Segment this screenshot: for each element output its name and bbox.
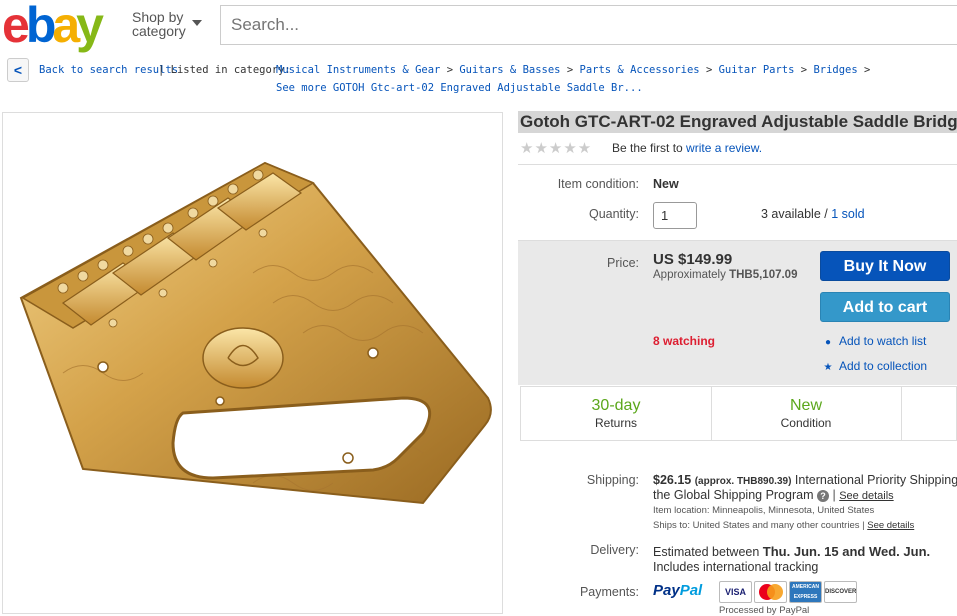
breadcrumb-item[interactable]: Guitars & Basses bbox=[459, 64, 560, 76]
buy-it-now-button[interactable]: Buy It Now bbox=[820, 251, 950, 281]
stats-bar: 30-day Returns New Condition bbox=[520, 386, 957, 441]
price-label: Price: bbox=[607, 256, 639, 270]
search-input[interactable] bbox=[220, 5, 957, 45]
review-prompt: Be the first to write a review. bbox=[612, 141, 763, 155]
discover-icon: DISCOVER bbox=[824, 581, 857, 603]
rating-stars-icon: ★★★★★ bbox=[520, 140, 593, 157]
product-title: Gotoh GTC-ART-02 Engraved Adjustable Sad… bbox=[518, 111, 957, 133]
see-more-link[interactable]: See more GOTOH Gtc-art-02 Engraved Adjus… bbox=[276, 82, 643, 94]
see-details-link[interactable]: See details bbox=[839, 490, 893, 502]
breadcrumb-item[interactable]: Guitar Parts bbox=[719, 64, 795, 76]
shipping-line2: the Global Shipping Program ? | See deta… bbox=[653, 488, 894, 502]
amex-icon: AMERICAN EXPRESS bbox=[789, 581, 822, 603]
condition-stat: New Condition bbox=[780, 397, 832, 430]
returns-stat: 30-day Returns bbox=[591, 397, 641, 430]
availability-text: 3 available / 1 sold bbox=[761, 207, 865, 221]
breadcrumb-item[interactable]: Musical Instruments & Gear bbox=[276, 64, 440, 76]
ebay-logo[interactable]: ebay bbox=[2, 0, 104, 54]
item-location: Item location: Minneapolis, Minnesota, U… bbox=[653, 505, 875, 516]
approx-price: Approximately THB5,107.09 bbox=[653, 269, 798, 281]
delivery-tracking: Includes international tracking bbox=[653, 560, 819, 574]
breadcrumb-item[interactable]: Parts & Accessories bbox=[580, 64, 700, 76]
breadcrumb: Musical Instruments & Gear > Guitars & B… bbox=[276, 64, 871, 76]
bridge-image bbox=[19, 161, 492, 505]
shipping-line1: $26.15 (approx. THB890.39) International… bbox=[653, 473, 957, 487]
add-to-cart-button[interactable]: Add to cart bbox=[820, 292, 950, 322]
sold-link[interactable]: 1 sold bbox=[831, 207, 864, 221]
back-arrow-button[interactable]: < bbox=[7, 58, 29, 82]
quantity-label: Quantity: bbox=[588, 207, 639, 221]
watching-count: 8 watching bbox=[653, 334, 716, 348]
ships-to: Ships to: United States and many other c… bbox=[653, 520, 915, 531]
chevron-down-icon[interactable] bbox=[192, 20, 202, 26]
payments-label: Payments: bbox=[579, 585, 639, 599]
eye-icon: ● bbox=[824, 337, 832, 348]
shipping-label: Shipping: bbox=[586, 473, 639, 487]
ships-see-details-link[interactable]: See details bbox=[867, 520, 914, 531]
write-review-link[interactable]: write a review. bbox=[686, 141, 762, 155]
condition-value: New bbox=[653, 177, 679, 191]
delivery-label: Delivery: bbox=[590, 543, 639, 557]
add-to-collection-link[interactable]: ★ Add to collection bbox=[822, 359, 928, 373]
mastercard-icon bbox=[754, 581, 787, 603]
condition-label: Item condition: bbox=[557, 177, 639, 191]
breadcrumb-item[interactable]: Bridges bbox=[813, 64, 857, 76]
shop-by-category-button[interactable]: Shop by category bbox=[132, 10, 186, 38]
star-icon: ★ bbox=[823, 362, 833, 373]
processed-by-text: Processed by PayPal bbox=[719, 605, 810, 616]
quantity-input[interactable] bbox=[653, 202, 697, 229]
divider bbox=[518, 164, 957, 165]
chevron-left-icon: < bbox=[13, 62, 23, 78]
visa-icon: VISA bbox=[719, 581, 752, 603]
price-value: US $149.99 bbox=[653, 251, 733, 268]
paypal-logo: PayPal bbox=[653, 582, 703, 599]
header: ebay Shop by category bbox=[0, 0, 957, 54]
add-to-watch-list-link[interactable]: ● Add to watch list bbox=[822, 334, 926, 348]
delivery-estimate: Estimated between Thu. Jun. 15 and Wed. … bbox=[653, 544, 931, 559]
help-icon[interactable]: ? bbox=[817, 490, 829, 502]
product-image[interactable] bbox=[2, 112, 503, 614]
listed-in-label: | Listed in category: bbox=[158, 64, 291, 76]
divider bbox=[901, 387, 902, 440]
